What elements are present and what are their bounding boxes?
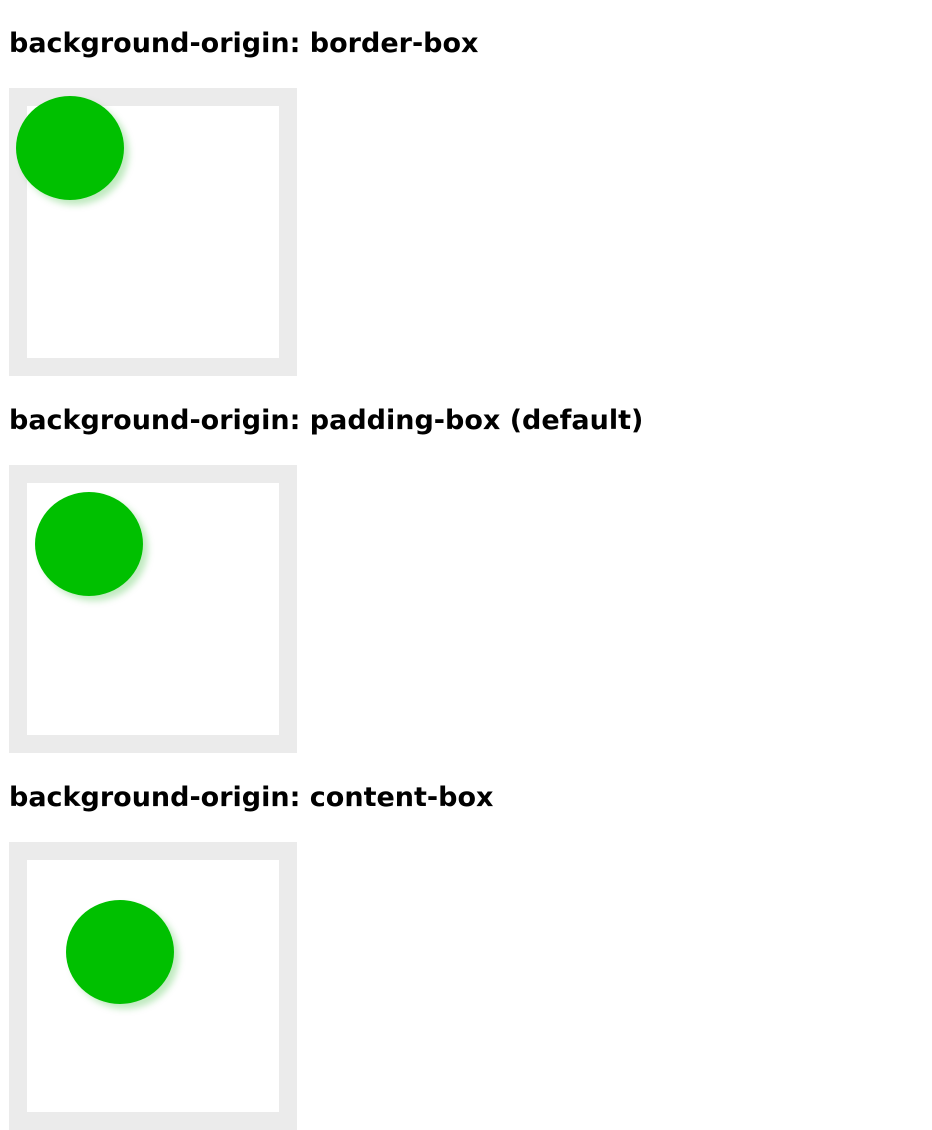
green-circle: [16, 96, 124, 200]
section-heading: background-origin: border-box: [9, 28, 479, 59]
demo-box: [9, 465, 297, 753]
demo-box: [9, 842, 297, 1130]
section-heading: background-origin: padding-box (default): [9, 405, 644, 436]
demo-box: [9, 88, 297, 376]
section-heading: background-origin: content-box: [9, 782, 494, 813]
green-circle: [66, 900, 174, 1004]
green-circle: [35, 492, 143, 596]
